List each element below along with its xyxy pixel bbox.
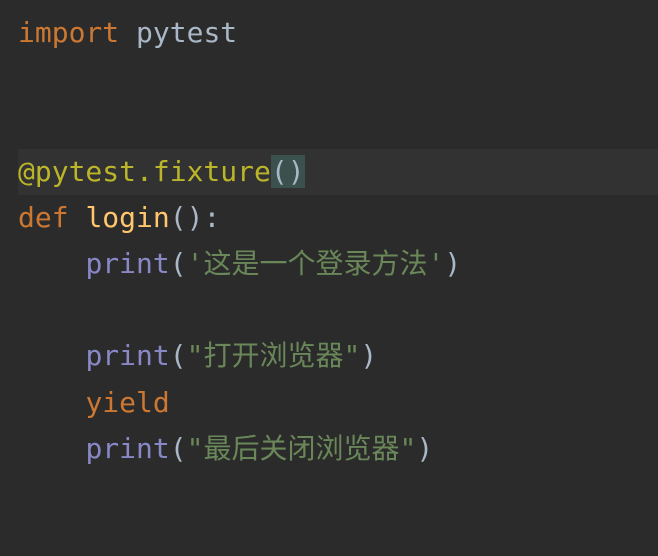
code-line-1[interactable]: import pytest [18,10,658,56]
keyword-yield: yield [85,386,169,419]
code-editor[interactable]: import pytest @pytest.fixture() def logi… [18,10,658,472]
paren-close: ) [360,339,377,372]
decorator: @pytest.fixture [18,155,271,188]
paren-open: ( [271,155,288,188]
builtin-print: print [85,432,169,465]
code-line-def[interactable]: def login(): [18,195,658,241]
paren-close: ) [444,247,461,280]
keyword-import: import [18,16,119,49]
builtin-print: print [85,247,169,280]
function-name: login [85,201,169,234]
paren-open: ( [170,339,187,372]
code-line-print3[interactable]: print("最后关闭浏览器") [18,426,658,472]
string-literal: "打开浏览器" [187,339,361,372]
paren-close: ) [416,432,433,465]
paren-open: ( [170,432,187,465]
builtin-print: print [85,339,169,372]
colon: : [203,201,220,234]
string-literal: "最后关闭浏览器" [187,432,417,465]
code-line-yield[interactable]: yield [18,380,658,426]
code-line-print2[interactable]: print("打开浏览器") [18,333,658,379]
paren-open: ( [170,247,187,280]
keyword-def: def [18,201,69,234]
code-line-blank[interactable] [18,287,658,333]
string-literal: '这是一个登录方法' [187,247,445,280]
module-name: pytest [136,16,237,49]
paren-close: ) [288,155,305,188]
code-line-blank[interactable] [18,102,658,148]
code-line-blank[interactable] [18,56,658,102]
code-line-decorator[interactable]: @pytest.fixture() [18,149,658,195]
parens: () [170,201,204,234]
code-line-print1[interactable]: print('这是一个登录方法') [18,241,658,287]
